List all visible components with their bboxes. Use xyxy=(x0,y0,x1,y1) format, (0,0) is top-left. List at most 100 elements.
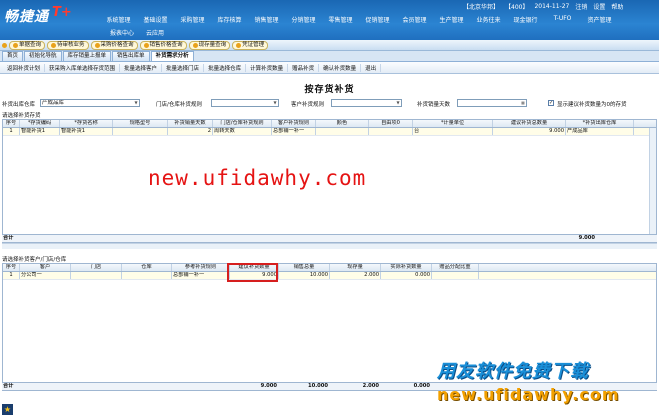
stock-icon xyxy=(192,42,198,48)
brand-slogan: 用友软件免费下载 xyxy=(437,361,589,382)
menu-assets[interactable]: 资产管理 xyxy=(581,15,618,26)
toolbar: 返回补货计划 获采购入库单选择存货范围 批量选择客户 批量选择门店 批量选择仓库… xyxy=(0,62,659,74)
col-actual-qty: 实际补货数量 xyxy=(381,264,432,271)
items-grid-header: 序号 *存货编码 *存货名称 规格型号 补货销量天数 门店/仓库补货规则 客户补… xyxy=(3,120,656,128)
watermark-url: new.ufidawhy.com xyxy=(148,166,367,190)
menu-cloud-apps[interactable]: 云应用 xyxy=(146,28,164,38)
calendar-icon: ▦ xyxy=(521,100,525,105)
store-rule-label: 门店/仓库补货规则 xyxy=(156,102,202,108)
menu-business[interactable]: 业务往来 xyxy=(470,15,507,26)
exit-button[interactable]: 退出 xyxy=(361,63,382,72)
customer-rule-select[interactable]: ▼ xyxy=(331,99,402,107)
tab-stock-report[interactable]: 库存销量上报单 xyxy=(62,51,112,61)
help-link[interactable]: 帮助 xyxy=(611,2,623,11)
tab-sales-outbound[interactable]: 销售出库单 xyxy=(112,51,150,61)
menu-member[interactable]: 会员管理 xyxy=(396,15,433,26)
warehouse-label: 补货出库仓库 xyxy=(2,102,36,108)
select-range-button[interactable]: 获采购入库单选择存货范围 xyxy=(45,63,121,72)
days-label: 补货销量天数 xyxy=(417,102,451,108)
sub-menu: 报表中心 云应用 xyxy=(110,28,230,38)
batch-store-button[interactable]: 批量选择门店 xyxy=(162,63,205,72)
col-index: 序号 xyxy=(3,120,20,127)
menu-promotion[interactable]: 促销管理 xyxy=(359,15,396,26)
tab-home[interactable]: 首页 xyxy=(2,51,24,61)
col-free-item: 自由项0 xyxy=(369,120,413,127)
col-gift-ratio: 赠品分配比重 xyxy=(432,264,479,271)
table-row[interactable]: 1 分公司一 总部铺一补一 9.000 10.000 2.000 0.000 xyxy=(3,272,656,280)
doc-icon xyxy=(13,42,18,48)
menu-inventory[interactable]: 库存核算 xyxy=(211,15,248,26)
brand-url: new.ufidawhy.com xyxy=(437,385,620,404)
menu-retail[interactable]: 零售管理 xyxy=(322,15,359,26)
col-stock: 现存量 xyxy=(330,264,381,271)
batch-warehouse-button[interactable]: 批量选择仓库 xyxy=(204,63,247,72)
items-grid-hscroll[interactable] xyxy=(2,243,657,249)
menu-distribution[interactable]: 分销管理 xyxy=(285,15,322,26)
col-spec: 规格型号 xyxy=(113,120,168,127)
quick-access-bar: 单据查询 待审核业务 采购价格查询 销售价格查询 现存量查询 凭证管理 xyxy=(0,40,659,51)
col-item-code: *存货编码 xyxy=(20,120,60,127)
tab-init-guide[interactable]: 初始化导航 xyxy=(24,51,62,61)
quick-access-icon xyxy=(2,42,7,48)
tab-replenish-analysis[interactable]: 补货需求分析 xyxy=(150,51,194,61)
menu-report-center[interactable]: 报表中心 xyxy=(110,28,134,38)
app-logo: 畅捷通 xyxy=(4,9,49,25)
show-zero-checkbox[interactable]: ✓ xyxy=(548,100,554,106)
menu-cash-bank[interactable]: 现金银行 xyxy=(507,15,544,26)
voucher-icon xyxy=(236,42,242,48)
items-grid-total: 合计 9.000 xyxy=(2,234,657,242)
col-item-name: *存货名称 xyxy=(60,120,113,127)
col-ref-rule: 参考补货规则 xyxy=(172,264,230,271)
menu-production[interactable]: 生产管理 xyxy=(433,15,470,26)
quick-purchase-price[interactable]: 采购价格查询 xyxy=(90,40,138,50)
logout-link[interactable]: 注销 xyxy=(575,2,587,11)
col-store-rule: 门店/仓库补货规则 xyxy=(213,120,272,127)
menu-purchase[interactable]: 采购管理 xyxy=(174,15,211,26)
show-zero-label: 显示建议补货数量为0的存货 xyxy=(557,102,627,108)
col-out-warehouse: *补货出库仓库 xyxy=(566,120,634,127)
chevron-down-icon: ▼ xyxy=(273,100,277,105)
col-days: 补货销量天数 xyxy=(168,120,213,127)
quick-stock-query[interactable]: 现存量查询 xyxy=(188,40,231,50)
login-date: 2014-11-27 xyxy=(534,3,570,10)
gift-replenish-button[interactable]: 赠品补货 xyxy=(288,63,320,72)
app-logo-plus: T+ xyxy=(52,5,72,20)
review-icon xyxy=(51,42,57,48)
col-sales-total: 销售总量 xyxy=(279,264,330,271)
col-suggested-qty: 建议补货总数量 xyxy=(493,120,566,127)
menu-sales[interactable]: 销售管理 xyxy=(248,15,285,26)
settings-link[interactable]: 设置 xyxy=(593,2,605,11)
top-info-bar: 【北京华邦】 【400】 2014-11-27 注销 设置 帮助 xyxy=(463,2,659,11)
calc-quantity-button[interactable]: 计算补货数量 xyxy=(246,63,289,72)
items-grid-vscroll[interactable] xyxy=(649,128,656,234)
back-to-plan-button[interactable]: 返回补货计划 xyxy=(3,63,46,72)
quick-voucher[interactable]: 凭证管理 xyxy=(232,40,269,50)
quick-doc-query[interactable]: 单据查询 xyxy=(9,40,46,50)
suggested-qty-highlight xyxy=(227,263,278,282)
batch-customer-button[interactable]: 批量选择客户 xyxy=(120,63,163,72)
col-unit: *计量单位 xyxy=(413,120,493,127)
quick-pending-review[interactable]: 待审核业务 xyxy=(47,40,89,50)
price-icon xyxy=(143,42,149,48)
confirm-quantity-button[interactable]: 确认补货数量 xyxy=(319,63,362,72)
customer-rule-label: 客户补货规则 xyxy=(291,102,325,108)
table-row[interactable]: 1 智能补货1 智能补货1 2 周转天数 总部铺一补一 台 9.000 产成品库 xyxy=(3,128,656,136)
col-store: 门店 xyxy=(71,264,122,271)
main-menu: 系统管理 基础设置 采购管理 库存核算 销售管理 分销管理 零售管理 促销管理 … xyxy=(100,15,659,26)
warehouse-select[interactable]: 产成品库 ▼ xyxy=(40,99,140,107)
section-select-customers-label: 请选择补货客户/门店/仓库 xyxy=(2,257,67,263)
col-warehouse: 仓库 xyxy=(122,264,172,271)
menu-basic-settings[interactable]: 基础设置 xyxy=(137,15,174,26)
section-select-items-label: 请选择补货存货 xyxy=(2,113,41,119)
col-customer: 客户 xyxy=(20,264,71,271)
customers-grid-header: 序号 客户 门店 仓库 参考补货规则 建议补货数量 销售总量 现存量 实际补货数… xyxy=(3,264,656,272)
days-input[interactable]: ▦ xyxy=(457,99,527,107)
star-icon[interactable]: ★ xyxy=(2,404,13,415)
price-icon xyxy=(94,42,100,48)
store-rule-select[interactable]: ▼ xyxy=(211,99,279,107)
quick-sales-price[interactable]: 销售价格查询 xyxy=(139,40,187,50)
col-color: 颜色 xyxy=(316,120,369,127)
menu-system[interactable]: 系统管理 xyxy=(100,15,137,26)
app-header: 畅捷通 T+ 【北京华邦】 【400】 2014-11-27 注销 设置 帮助 … xyxy=(0,0,659,40)
menu-t-ufo[interactable]: T-UFO xyxy=(544,15,581,26)
